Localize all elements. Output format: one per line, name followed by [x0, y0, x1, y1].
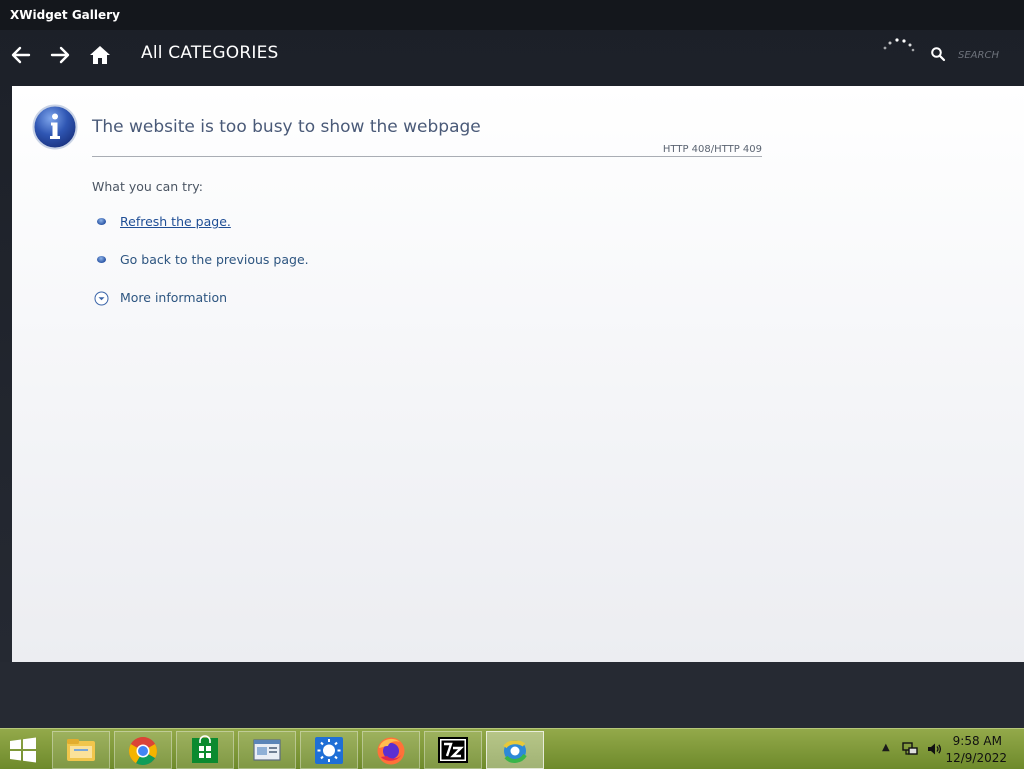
more-information-label: More information	[120, 290, 228, 305]
arrow-right-icon	[50, 46, 70, 64]
app-window: XWidget Gallery All CATEGORIES SEARCH Th…	[0, 0, 1024, 728]
clock-time[interactable]: 9:58 AM	[953, 734, 1002, 748]
error-page: The website is too busy to show the webp…	[12, 86, 1024, 662]
home-icon	[90, 46, 110, 64]
info-icon	[32, 104, 78, 150]
refresh-page-link[interactable]: Refresh the page.	[120, 214, 231, 229]
file-explorer-icon	[67, 739, 95, 761]
expand-chevron-icon	[94, 291, 109, 306]
back-button[interactable]	[8, 42, 34, 68]
7zip-icon	[438, 737, 468, 763]
window-app-icon	[253, 739, 281, 761]
navigation-bar: All CATEGORIES	[0, 30, 1024, 82]
search-input[interactable]	[956, 44, 1024, 66]
bullet-icon	[97, 218, 106, 225]
suggestions-heading: What you can try:	[92, 179, 203, 194]
error-title: The website is too busy to show the webp…	[92, 117, 481, 137]
taskbar-file-explorer[interactable]	[52, 731, 110, 769]
sun-app-icon	[315, 737, 343, 764]
error-code: HTTP 408/HTTP 409	[662, 144, 762, 155]
taskbar-7zip[interactable]	[424, 731, 482, 769]
system-tray: ▲ 9:58 AM 12/9/2022	[864, 729, 1024, 769]
home-button[interactable]	[87, 42, 113, 68]
loading-spinner-icon	[883, 38, 915, 52]
firefox-icon	[377, 737, 405, 765]
divider	[92, 156, 762, 157]
start-button[interactable]	[8, 737, 38, 763]
window-bottom	[0, 662, 1024, 728]
taskbar-firefox[interactable]	[362, 731, 420, 769]
xwidget-icon	[503, 740, 527, 763]
bullet-icon	[97, 256, 106, 263]
show-hidden-icons-button[interactable]: ▲	[882, 742, 890, 753]
taskbar-chrome[interactable]	[114, 731, 172, 769]
chrome-icon	[129, 737, 157, 765]
store-icon	[192, 735, 218, 763]
volume-icon[interactable]	[926, 741, 942, 757]
taskbar: ▲ 9:58 AM 12/9/2022	[0, 728, 1024, 769]
taskbar-xwidget[interactable]	[486, 731, 544, 769]
forward-button[interactable]	[47, 42, 73, 68]
taskbar-store[interactable]	[176, 731, 234, 769]
window-title: XWidget Gallery	[10, 8, 120, 22]
go-back-link[interactable]: Go back to the previous page.	[120, 252, 309, 267]
category-title[interactable]: All CATEGORIES	[141, 43, 279, 63]
title-bar: XWidget Gallery	[0, 0, 1024, 30]
clock-date[interactable]: 12/9/2022	[945, 751, 1007, 765]
taskbar-window-app[interactable]	[238, 731, 296, 769]
network-icon[interactable]	[902, 741, 918, 757]
arrow-left-icon	[11, 46, 31, 64]
taskbar-sun-app[interactable]	[300, 731, 358, 769]
search-icon[interactable]	[930, 46, 946, 62]
